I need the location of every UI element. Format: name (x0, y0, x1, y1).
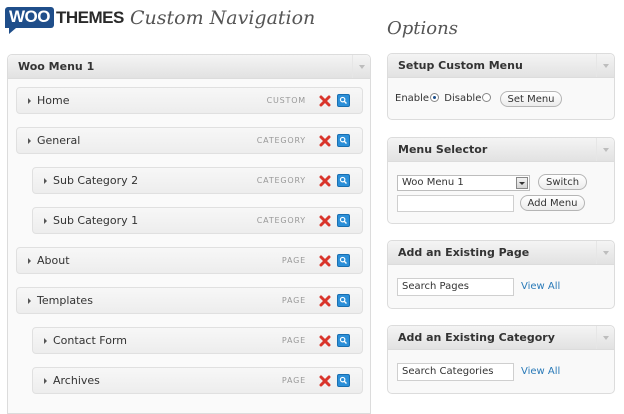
existing-page-box: Add an Existing Page Search Pages View A… (387, 240, 615, 309)
disable-radio[interactable] (482, 93, 492, 102)
edit-icon[interactable] (337, 94, 350, 107)
menu-panel-header[interactable]: Woo Menu 1 (8, 55, 370, 79)
delete-icon[interactable] (319, 375, 331, 387)
expand-arrow-icon[interactable] (44, 377, 47, 384)
menu-item-label: General (37, 134, 81, 147)
menu-item-label: Home (37, 94, 70, 107)
view-all-categories-link[interactable]: View All (521, 366, 560, 377)
menu-panel: Woo Menu 1 Home CUSTOM General CATEGORY … (7, 54, 371, 414)
menu-item-label: Templates (37, 294, 93, 307)
expand-arrow-icon[interactable] (44, 337, 47, 344)
menu-select[interactable]: Woo Menu 1 (397, 175, 530, 191)
setup-custom-menu-box: Setup Custom Menu Enable Disable Set Men… (387, 53, 615, 120)
menu-selector-header[interactable]: Menu Selector (388, 138, 614, 162)
menu-item-type: CATEGORY (256, 136, 306, 145)
delete-icon[interactable] (319, 95, 331, 107)
delete-icon[interactable] (319, 135, 331, 147)
disable-label: Disable (444, 93, 482, 104)
edit-icon[interactable] (337, 254, 350, 267)
menu-select-value: Woo Menu 1 (402, 177, 464, 188)
new-menu-input[interactable] (397, 195, 514, 212)
existing-category-box: Add an Existing Category Search Categori… (387, 325, 615, 394)
menu-item-label: Sub Category 1 (53, 214, 139, 227)
logo-themes-text: THEMES (56, 7, 124, 27)
collapse-toggle-icon[interactable] (352, 55, 370, 78)
search-pages-input[interactable]: Search Pages (397, 278, 514, 296)
menu-item-general[interactable]: General CATEGORY (16, 127, 363, 154)
logo-woo-text: WOO (5, 7, 54, 34)
menu-item-type: PAGE (281, 376, 306, 385)
menu-item-type: PAGE (281, 256, 306, 265)
menu-item-templates[interactable]: Templates PAGE (16, 287, 363, 314)
switch-button[interactable]: Switch (538, 174, 587, 190)
edit-icon[interactable] (337, 174, 350, 187)
add-menu-button[interactable]: Add Menu (520, 195, 585, 211)
enable-disable-group: Enable Disable (395, 93, 493, 104)
edit-icon[interactable] (337, 214, 350, 227)
options-title: Options (387, 18, 458, 39)
setup-custom-menu-header[interactable]: Setup Custom Menu (388, 54, 614, 78)
menu-item-type: CUSTOM (266, 96, 306, 105)
expand-arrow-icon[interactable] (44, 177, 47, 184)
set-menu-button[interactable]: Set Menu (500, 91, 562, 107)
expand-arrow-icon[interactable] (28, 97, 31, 104)
menu-selector-title: Menu Selector (398, 143, 488, 156)
menu-item-type: PAGE (281, 296, 306, 305)
existing-page-header[interactable]: Add an Existing Page (388, 241, 614, 265)
menu-item-type: PAGE (281, 336, 306, 345)
menu-item-type: CATEGORY (256, 176, 306, 185)
delete-icon[interactable] (319, 175, 331, 187)
delete-icon[interactable] (319, 335, 331, 347)
edit-icon[interactable] (337, 134, 350, 147)
menu-item-sub-category-2[interactable]: Sub Category 2 CATEGORY (32, 167, 363, 194)
expand-arrow-icon[interactable] (28, 137, 31, 144)
collapse-toggle-icon[interactable] (596, 54, 614, 77)
menu-item-label: About (37, 254, 70, 267)
menu-item-label: Sub Category 2 (53, 174, 139, 187)
page-title: Custom Navigation (130, 7, 316, 29)
delete-icon[interactable] (319, 255, 331, 267)
view-all-pages-link[interactable]: View All (521, 281, 560, 292)
menu-item-archives[interactable]: Archives PAGE (32, 367, 363, 394)
menu-item-home[interactable]: Home CUSTOM (16, 87, 363, 114)
enable-label: Enable (395, 93, 430, 104)
menu-item-about[interactable]: About PAGE (16, 247, 363, 274)
menu-item-type: CATEGORY (256, 216, 306, 225)
edit-icon[interactable] (337, 294, 350, 307)
delete-icon[interactable] (319, 215, 331, 227)
expand-arrow-icon[interactable] (28, 297, 31, 304)
enable-radio[interactable] (430, 93, 440, 102)
menu-item-sub-category-1[interactable]: Sub Category 1 CATEGORY (32, 207, 363, 234)
menu-item-label: Archives (53, 374, 100, 387)
delete-icon[interactable] (319, 295, 331, 307)
expand-arrow-icon[interactable] (44, 217, 47, 224)
existing-page-title: Add an Existing Page (398, 246, 530, 259)
existing-category-title: Add an Existing Category (398, 331, 555, 344)
collapse-toggle-icon[interactable] (596, 241, 614, 264)
woothemes-logo: WOO THEMES (5, 7, 124, 34)
menu-selector-box: Menu Selector Woo Menu 1 Switch Add Menu (387, 137, 615, 224)
expand-arrow-icon[interactable] (28, 257, 31, 264)
chevron-down-icon[interactable] (516, 177, 528, 189)
existing-category-header[interactable]: Add an Existing Category (388, 326, 614, 350)
menu-item-contact-form[interactable]: Contact Form PAGE (32, 327, 363, 354)
edit-icon[interactable] (337, 374, 350, 387)
edit-icon[interactable] (337, 334, 350, 347)
search-categories-input[interactable]: Search Categories (397, 363, 514, 381)
menu-item-label: Contact Form (53, 334, 128, 347)
setup-custom-menu-title: Setup Custom Menu (398, 59, 523, 72)
collapse-toggle-icon[interactable] (596, 138, 614, 161)
menu-panel-title: Woo Menu 1 (18, 60, 95, 73)
collapse-toggle-icon[interactable] (596, 326, 614, 349)
